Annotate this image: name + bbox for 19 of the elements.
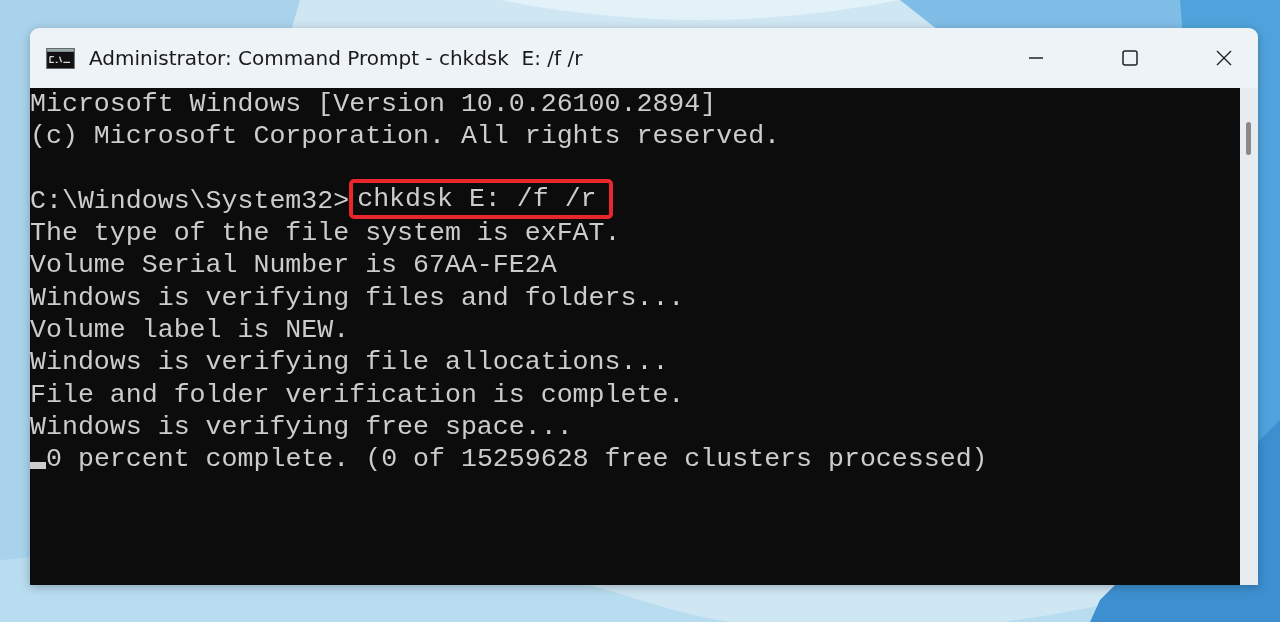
text-cursor <box>30 462 46 470</box>
console-line: Volume Serial Number is 67AA-FE2A <box>30 249 558 282</box>
scrollbar[interactable] <box>1240 88 1258 585</box>
console-line: File and folder verification is complete. <box>30 378 686 411</box>
console-line: Windows is verifying files and folders... <box>30 281 686 315</box>
window-title: Administrator: Command Prompt - chkdsk E: /f /r <box>89 46 583 70</box>
console-line: Windows is verifying free space... <box>30 410 574 444</box>
console-line: Microsoft Windows [Version 10.0.26100.2894] <box>30 88 718 121</box>
terminal-icon <box>46 47 75 69</box>
close-icon[interactable] <box>1214 48 1234 68</box>
console-line: (c) Microsoft Corporation. All rights reserved. <box>30 120 782 153</box>
maximize-icon[interactable] <box>1120 48 1140 68</box>
scrollbar-thumb[interactable] <box>1246 122 1251 155</box>
console-line: Volume label is NEW. <box>30 314 351 347</box>
console-line: The type of the file system is exFAT. <box>30 217 622 250</box>
console-line: Windows is verifying file allocations... <box>30 346 670 379</box>
prompt-path: C:\Windows\System32> <box>30 185 350 216</box>
console-line: 0 percent complete. (0 of 15259628 free clusters processed) <box>46 444 988 475</box>
highlighted-command: chkdsk E: /f /r <box>349 178 613 219</box>
